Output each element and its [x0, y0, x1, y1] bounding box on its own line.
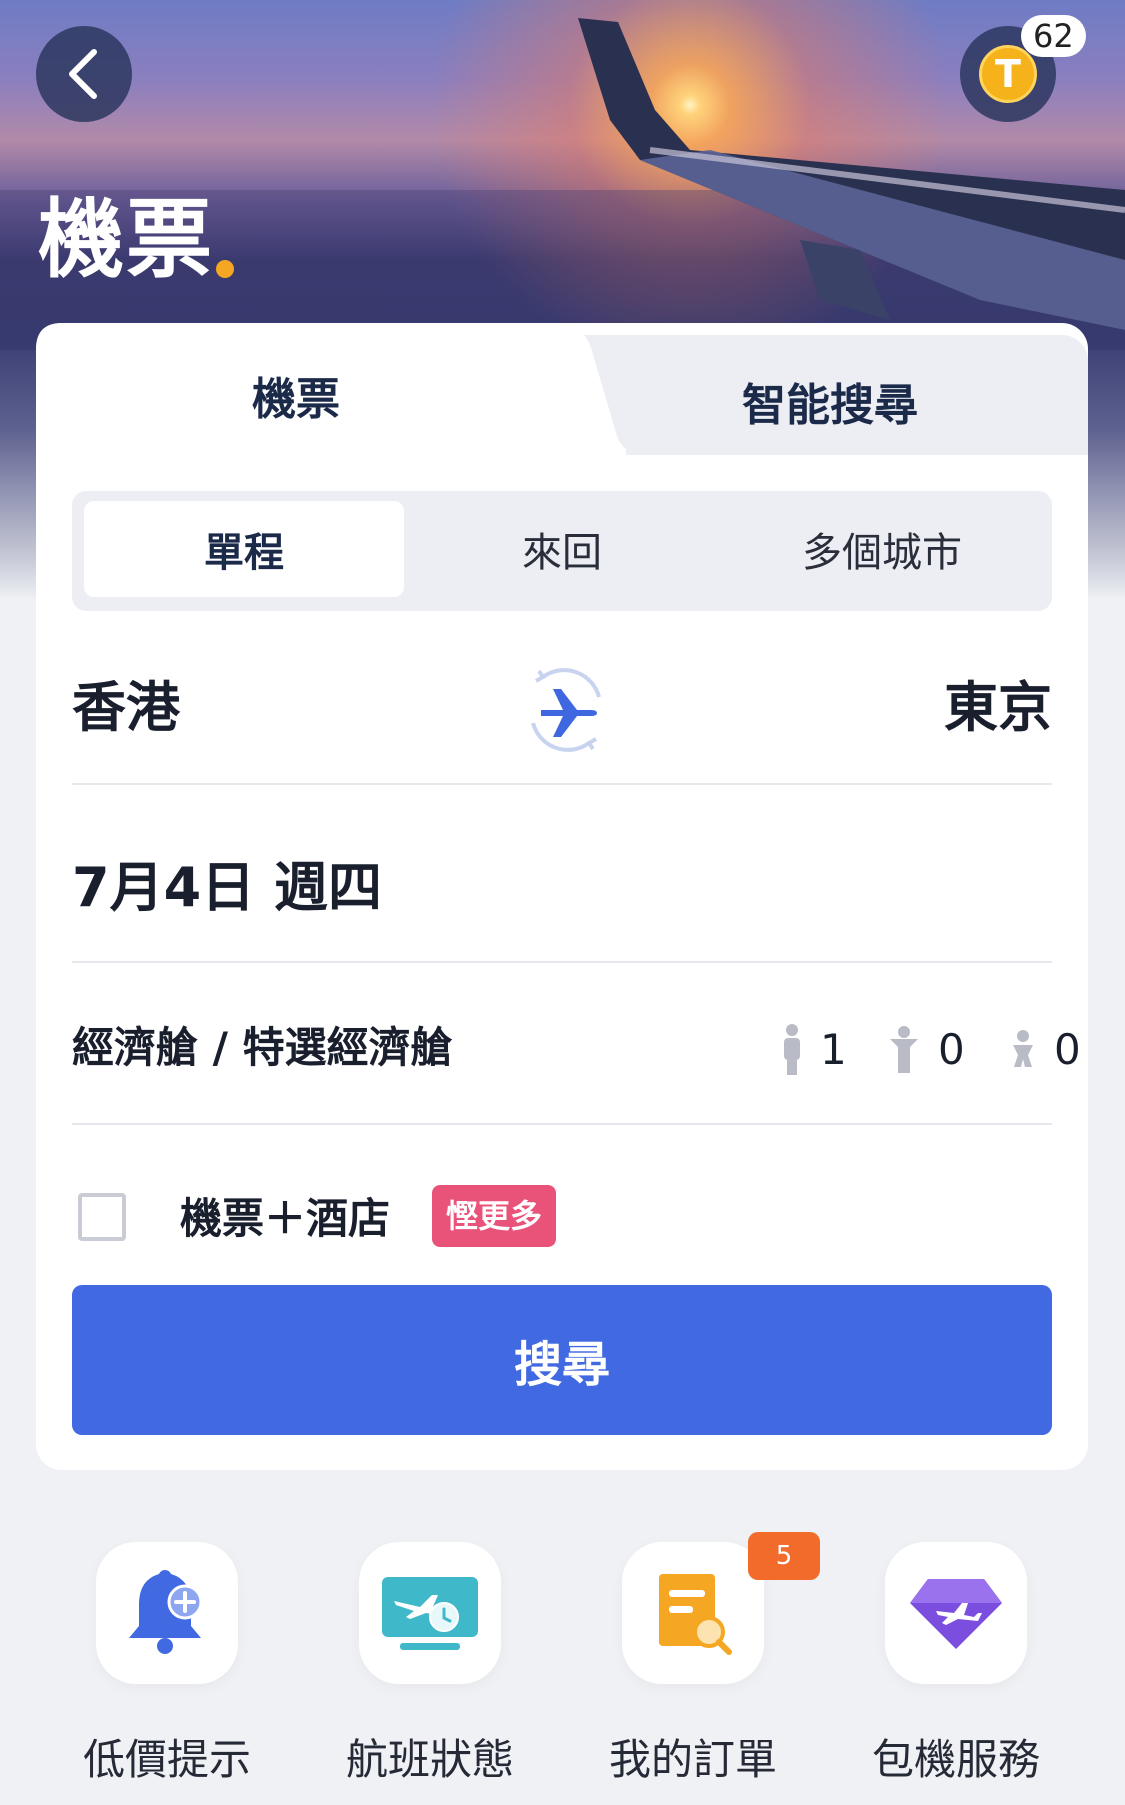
- child-count: 0: [888, 1021, 965, 1077]
- divider: [72, 1123, 1052, 1125]
- quick-action-label: 低價提示: [82, 1735, 251, 1784]
- flight-hotel-checkbox[interactable]: [78, 1193, 126, 1241]
- child-icon: [890, 1026, 918, 1073]
- infant-icon: [1013, 1030, 1033, 1067]
- flight-search-card: 機票 智能搜尋 單程 來回 多個城市 香港 東京 7月4日 週四 經濟艙 / 特…: [36, 323, 1088, 1470]
- adult-count: 1: [782, 1021, 847, 1077]
- infant-count-value: 0: [1054, 1024, 1081, 1074]
- trip-type-oneway[interactable]: 單程: [84, 501, 404, 597]
- divider: [72, 783, 1052, 785]
- order-search-icon: [659, 1574, 732, 1655]
- route-row: 香港 東京: [72, 653, 1052, 783]
- adult-count-value: 1: [820, 1024, 847, 1074]
- trip-type-multicity[interactable]: 多個城市: [722, 501, 1042, 597]
- bell-plus-icon: [129, 1570, 203, 1654]
- back-button[interactable]: [36, 26, 132, 122]
- quick-action-my-orders[interactable]: 5 我的訂單: [572, 1532, 820, 1805]
- destination-city[interactable]: 東京: [944, 673, 1052, 743]
- tab-smart-search[interactable]: 智能搜尋: [742, 369, 918, 433]
- quick-actions: 低價提示 航班狀態 5 我的訂單 包機服務: [0, 1532, 1125, 1805]
- quick-action-icon-tile: [885, 1542, 1027, 1684]
- orders-count-badge: 5: [748, 1532, 820, 1580]
- departure-date[interactable]: 7月4日 週四: [72, 843, 382, 922]
- infant-count: 0: [1010, 1021, 1081, 1077]
- quick-action-flight-status[interactable]: 航班狀態: [309, 1540, 539, 1805]
- origin-city[interactable]: 香港: [72, 673, 180, 743]
- flight-hotel-row: 機票＋酒店 慳更多: [72, 1181, 1052, 1261]
- coin-icon: T: [979, 45, 1037, 103]
- card-tabs: 機票 智能搜尋: [36, 323, 1088, 455]
- trip-type-selector: 單程 來回 多個城市: [72, 491, 1052, 611]
- tab-flights[interactable]: 機票: [252, 363, 340, 427]
- quick-action-label: 航班狀態: [345, 1735, 514, 1784]
- quick-action-label: 包機服務: [871, 1735, 1040, 1784]
- quick-action-price-alert[interactable]: 低價提示: [46, 1540, 276, 1805]
- swap-route-icon[interactable]: [519, 663, 613, 757]
- cabin-passenger-row[interactable]: 經濟艙 / 特選經濟艙 1 0 0: [72, 1013, 1081, 1083]
- quick-action-icon-tile: [96, 1542, 238, 1684]
- divider: [72, 961, 1052, 963]
- page-title: 機票: [38, 190, 214, 290]
- flight-hotel-label[interactable]: 機票＋酒店: [180, 1189, 390, 1249]
- cabin-class[interactable]: 經濟艙 / 特選經濟艙: [72, 1013, 453, 1083]
- charter-diamond-icon: [910, 1579, 1002, 1649]
- adult-icon: [784, 1024, 800, 1075]
- child-count-value: 0: [938, 1024, 965, 1074]
- quick-action-label: 我的訂單: [608, 1735, 777, 1784]
- quick-action-icon-tile: [622, 1542, 764, 1684]
- quick-action-charter[interactable]: 包機服務: [835, 1540, 1065, 1805]
- trip-type-roundtrip[interactable]: 來回: [402, 501, 722, 597]
- chevron-left-icon: [69, 49, 97, 99]
- flight-status-icon: [382, 1577, 478, 1650]
- coin-count-badge: 62: [1021, 15, 1086, 57]
- search-button[interactable]: 搜尋: [72, 1285, 1052, 1435]
- quick-action-icon-tile: [359, 1542, 501, 1684]
- save-more-badge: 慳更多: [432, 1185, 557, 1247]
- title-accent-dot: [216, 260, 234, 278]
